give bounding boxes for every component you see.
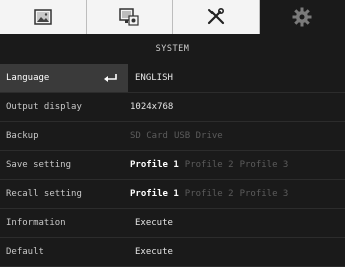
tab-system[interactable]	[260, 0, 345, 34]
save-profile-2-option[interactable]: Profile 2	[185, 160, 234, 170]
row-label: Information	[0, 218, 110, 228]
gear-icon	[292, 7, 312, 27]
row-values: ENGLISH	[135, 73, 173, 83]
row-recall-setting[interactable]: Recall setting Profile 1 Profile 2 Profi…	[0, 180, 345, 209]
row-output-display[interactable]: Output display 1024x768	[0, 93, 345, 122]
tab-display[interactable]	[0, 0, 87, 34]
recall-profile-1-option[interactable]: Profile 1	[130, 189, 179, 199]
information-execute-button[interactable]: Execute	[135, 218, 173, 228]
row-label: Backup	[0, 131, 110, 141]
network-settings-icon	[119, 8, 139, 26]
row-values: Execute	[135, 218, 173, 228]
recall-profile-2-option[interactable]: Profile 2	[185, 189, 234, 199]
enter-icon	[104, 74, 118, 82]
default-execute-button[interactable]: Execute	[135, 247, 173, 257]
tab-tools[interactable]	[173, 0, 260, 34]
backup-usb-drive-option[interactable]: USB Drive	[174, 131, 223, 141]
row-label: Recall setting	[0, 189, 110, 199]
row-backup[interactable]: Backup SD Card USB Drive	[0, 122, 345, 151]
row-save-setting[interactable]: Save setting Profile 1 Profile 2 Profile…	[0, 151, 345, 180]
row-default[interactable]: Default Execute	[0, 238, 345, 267]
row-label: Save setting	[0, 160, 110, 170]
settings-list: Language ENGLISH Output display 1024x768…	[0, 64, 345, 267]
row-values: 1024x768	[130, 102, 173, 112]
row-label: Default	[0, 247, 110, 257]
row-information[interactable]: Information Execute	[0, 209, 345, 238]
row-label: Output display	[0, 102, 110, 112]
save-profile-3-option[interactable]: Profile 3	[240, 160, 289, 170]
row-language[interactable]: Language ENGLISH	[0, 64, 345, 93]
output-display-value[interactable]: 1024x768	[130, 102, 173, 112]
tab-network[interactable]	[87, 0, 174, 34]
row-values: Profile 1 Profile 2 Profile 3	[130, 189, 288, 199]
tab-bar	[0, 0, 345, 34]
recall-profile-3-option[interactable]: Profile 3	[240, 189, 289, 199]
row-values: SD Card USB Drive	[130, 131, 223, 141]
backup-sd-card-option[interactable]: SD Card	[130, 131, 168, 141]
save-profile-1-option[interactable]: Profile 1	[130, 160, 179, 170]
row-values: Profile 1 Profile 2 Profile 3	[130, 160, 288, 170]
tools-icon	[206, 8, 226, 26]
row-values: Execute	[135, 247, 173, 257]
section-title: SYSTEM	[0, 34, 345, 64]
image-icon	[34, 9, 52, 25]
language-value[interactable]: ENGLISH	[135, 73, 173, 83]
